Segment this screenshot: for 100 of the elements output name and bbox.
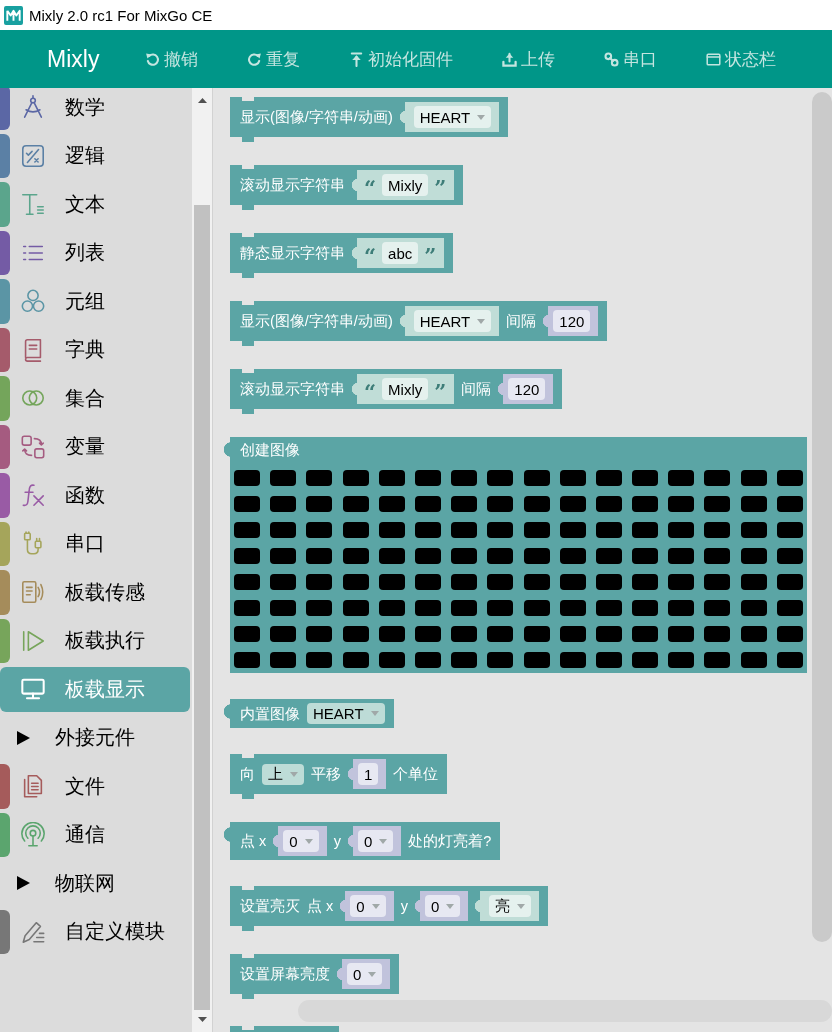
dropdown-field[interactable]: HEART xyxy=(307,703,385,724)
dropdown-field[interactable]: 0 xyxy=(357,830,394,852)
led-pixel[interactable] xyxy=(306,652,333,668)
led-pixel[interactable] xyxy=(306,470,333,486)
led-pixel[interactable] xyxy=(306,548,333,564)
led-pixel[interactable] xyxy=(776,626,803,642)
statement-block[interactable]: 滚动显示字符串 “ Mixly ” xyxy=(230,165,464,210)
led-pixel[interactable] xyxy=(451,626,478,642)
value-block[interactable]: 内置图像 HEART xyxy=(223,699,394,728)
led-pixel[interactable] xyxy=(740,522,767,538)
led-pixel[interactable] xyxy=(451,470,478,486)
scrollbar-thumb[interactable] xyxy=(812,92,832,942)
led-pixel[interactable] xyxy=(668,626,695,642)
led-pixel[interactable] xyxy=(270,496,297,512)
led-pixel[interactable] xyxy=(595,496,622,512)
led-pixel[interactable] xyxy=(234,574,260,590)
led-pixel[interactable] xyxy=(776,496,803,512)
led-pixel[interactable] xyxy=(487,548,514,564)
text-socket[interactable]: “ abc ” xyxy=(352,238,445,268)
image-socket[interactable]: HEART xyxy=(399,306,500,336)
led-pixel[interactable] xyxy=(451,496,478,512)
dropdown-field[interactable]: 0 xyxy=(350,895,386,917)
led-pixel[interactable] xyxy=(270,600,297,616)
led-pixel[interactable] xyxy=(378,470,405,486)
led-pixel[interactable] xyxy=(234,626,260,642)
led-pixel[interactable] xyxy=(487,496,514,512)
led-pixel[interactable] xyxy=(632,574,659,590)
text-field[interactable]: Mixly xyxy=(382,378,429,400)
dropdown-field[interactable]: 0 xyxy=(424,895,461,917)
led-pixel[interactable] xyxy=(306,574,333,590)
led-pixel[interactable] xyxy=(414,626,441,642)
statement-block[interactable]: 静态显示字符串 “ abc ” xyxy=(230,233,454,278)
sidebar-item[interactable]: 字典 xyxy=(0,327,190,372)
led-pixel[interactable] xyxy=(523,626,550,642)
number-socket[interactable]: 1 xyxy=(348,759,387,789)
statement-block[interactable]: 显示(图像/字符串/动画) HEART xyxy=(230,97,509,142)
led-pixel[interactable] xyxy=(306,626,333,642)
led-pixel[interactable] xyxy=(414,548,441,564)
led-pixel[interactable] xyxy=(668,522,695,538)
sidebar-item[interactable]: 列表 xyxy=(0,230,190,275)
led-pixel[interactable] xyxy=(342,652,369,668)
led-pixel[interactable] xyxy=(595,574,622,590)
dropdown-field[interactable]: 0 xyxy=(347,963,383,985)
sidebar-item[interactable]: 文本 xyxy=(0,182,190,227)
sidebar-item[interactable]: 元组 xyxy=(0,279,190,324)
led-pixel[interactable] xyxy=(559,548,586,564)
sidebar-item[interactable]: 逻辑 xyxy=(0,133,190,178)
number-socket[interactable]: 0 xyxy=(414,891,469,921)
led-pixel[interactable] xyxy=(559,626,586,642)
led-pixel[interactable] xyxy=(776,574,803,590)
led-pixel[interactable] xyxy=(740,652,767,668)
led-pixel[interactable] xyxy=(595,600,622,616)
led-pixel[interactable] xyxy=(776,470,803,486)
sidebar-item[interactable]: 板载传感 xyxy=(0,570,190,615)
led-pixel[interactable] xyxy=(668,574,695,590)
led-pixel[interactable] xyxy=(632,626,659,642)
led-pixel[interactable] xyxy=(704,652,731,668)
sidebar-item[interactable]: 串口 xyxy=(0,521,190,566)
led-pixel[interactable] xyxy=(342,470,369,486)
led-pixel[interactable] xyxy=(414,470,441,486)
led-pixel[interactable] xyxy=(378,522,405,538)
scroll-up-icon[interactable] xyxy=(197,98,207,103)
led-pixel[interactable] xyxy=(342,626,369,642)
led-pixel[interactable] xyxy=(451,548,478,564)
number-socket[interactable]: 0 xyxy=(340,891,394,921)
scrollbar-thumb[interactable] xyxy=(194,205,210,1010)
led-pixel[interactable] xyxy=(595,626,622,642)
dropdown-field[interactable]: 上 xyxy=(262,763,304,785)
led-pixel[interactable] xyxy=(632,496,659,512)
led-pixel[interactable] xyxy=(234,652,260,668)
sidebar-item[interactable]: 物联网 xyxy=(0,861,190,906)
led-pixel[interactable] xyxy=(414,522,441,538)
led-pixel[interactable] xyxy=(704,470,731,486)
led-pixel[interactable] xyxy=(632,652,659,668)
image-socket[interactable]: 亮 xyxy=(475,891,540,921)
led-pixel[interactable] xyxy=(523,522,550,538)
led-pixel[interactable] xyxy=(704,496,731,512)
led-pixel[interactable] xyxy=(559,496,586,512)
led-pixel[interactable] xyxy=(668,496,695,512)
sidebar-item[interactable]: 函数 xyxy=(0,473,190,518)
led-pixel[interactable] xyxy=(632,470,659,486)
led-pixel[interactable] xyxy=(740,626,767,642)
number-socket[interactable]: 120 xyxy=(498,374,554,404)
dropdown-field[interactable]: HEART xyxy=(413,310,492,332)
dropdown-field[interactable]: 0 xyxy=(283,830,319,852)
led-pixel[interactable] xyxy=(487,574,514,590)
dropdown-field[interactable]: 亮 xyxy=(489,895,532,917)
led-pixel[interactable] xyxy=(451,522,478,538)
number-field[interactable]: 120 xyxy=(508,378,546,400)
led-pixel[interactable] xyxy=(451,652,478,668)
led-pixel[interactable] xyxy=(270,626,297,642)
led-pixel[interactable] xyxy=(776,522,803,538)
scroll-down-icon[interactable] xyxy=(197,1017,207,1022)
text-field[interactable]: abc xyxy=(382,242,419,264)
sidebar-item[interactable]: 变量 xyxy=(0,424,190,469)
led-pixel[interactable] xyxy=(523,574,550,590)
text-field[interactable]: Mixly xyxy=(382,174,429,196)
number-socket[interactable]: 120 xyxy=(543,306,599,336)
number-socket[interactable]: 0 xyxy=(273,826,327,856)
led-pixel[interactable] xyxy=(704,626,731,642)
